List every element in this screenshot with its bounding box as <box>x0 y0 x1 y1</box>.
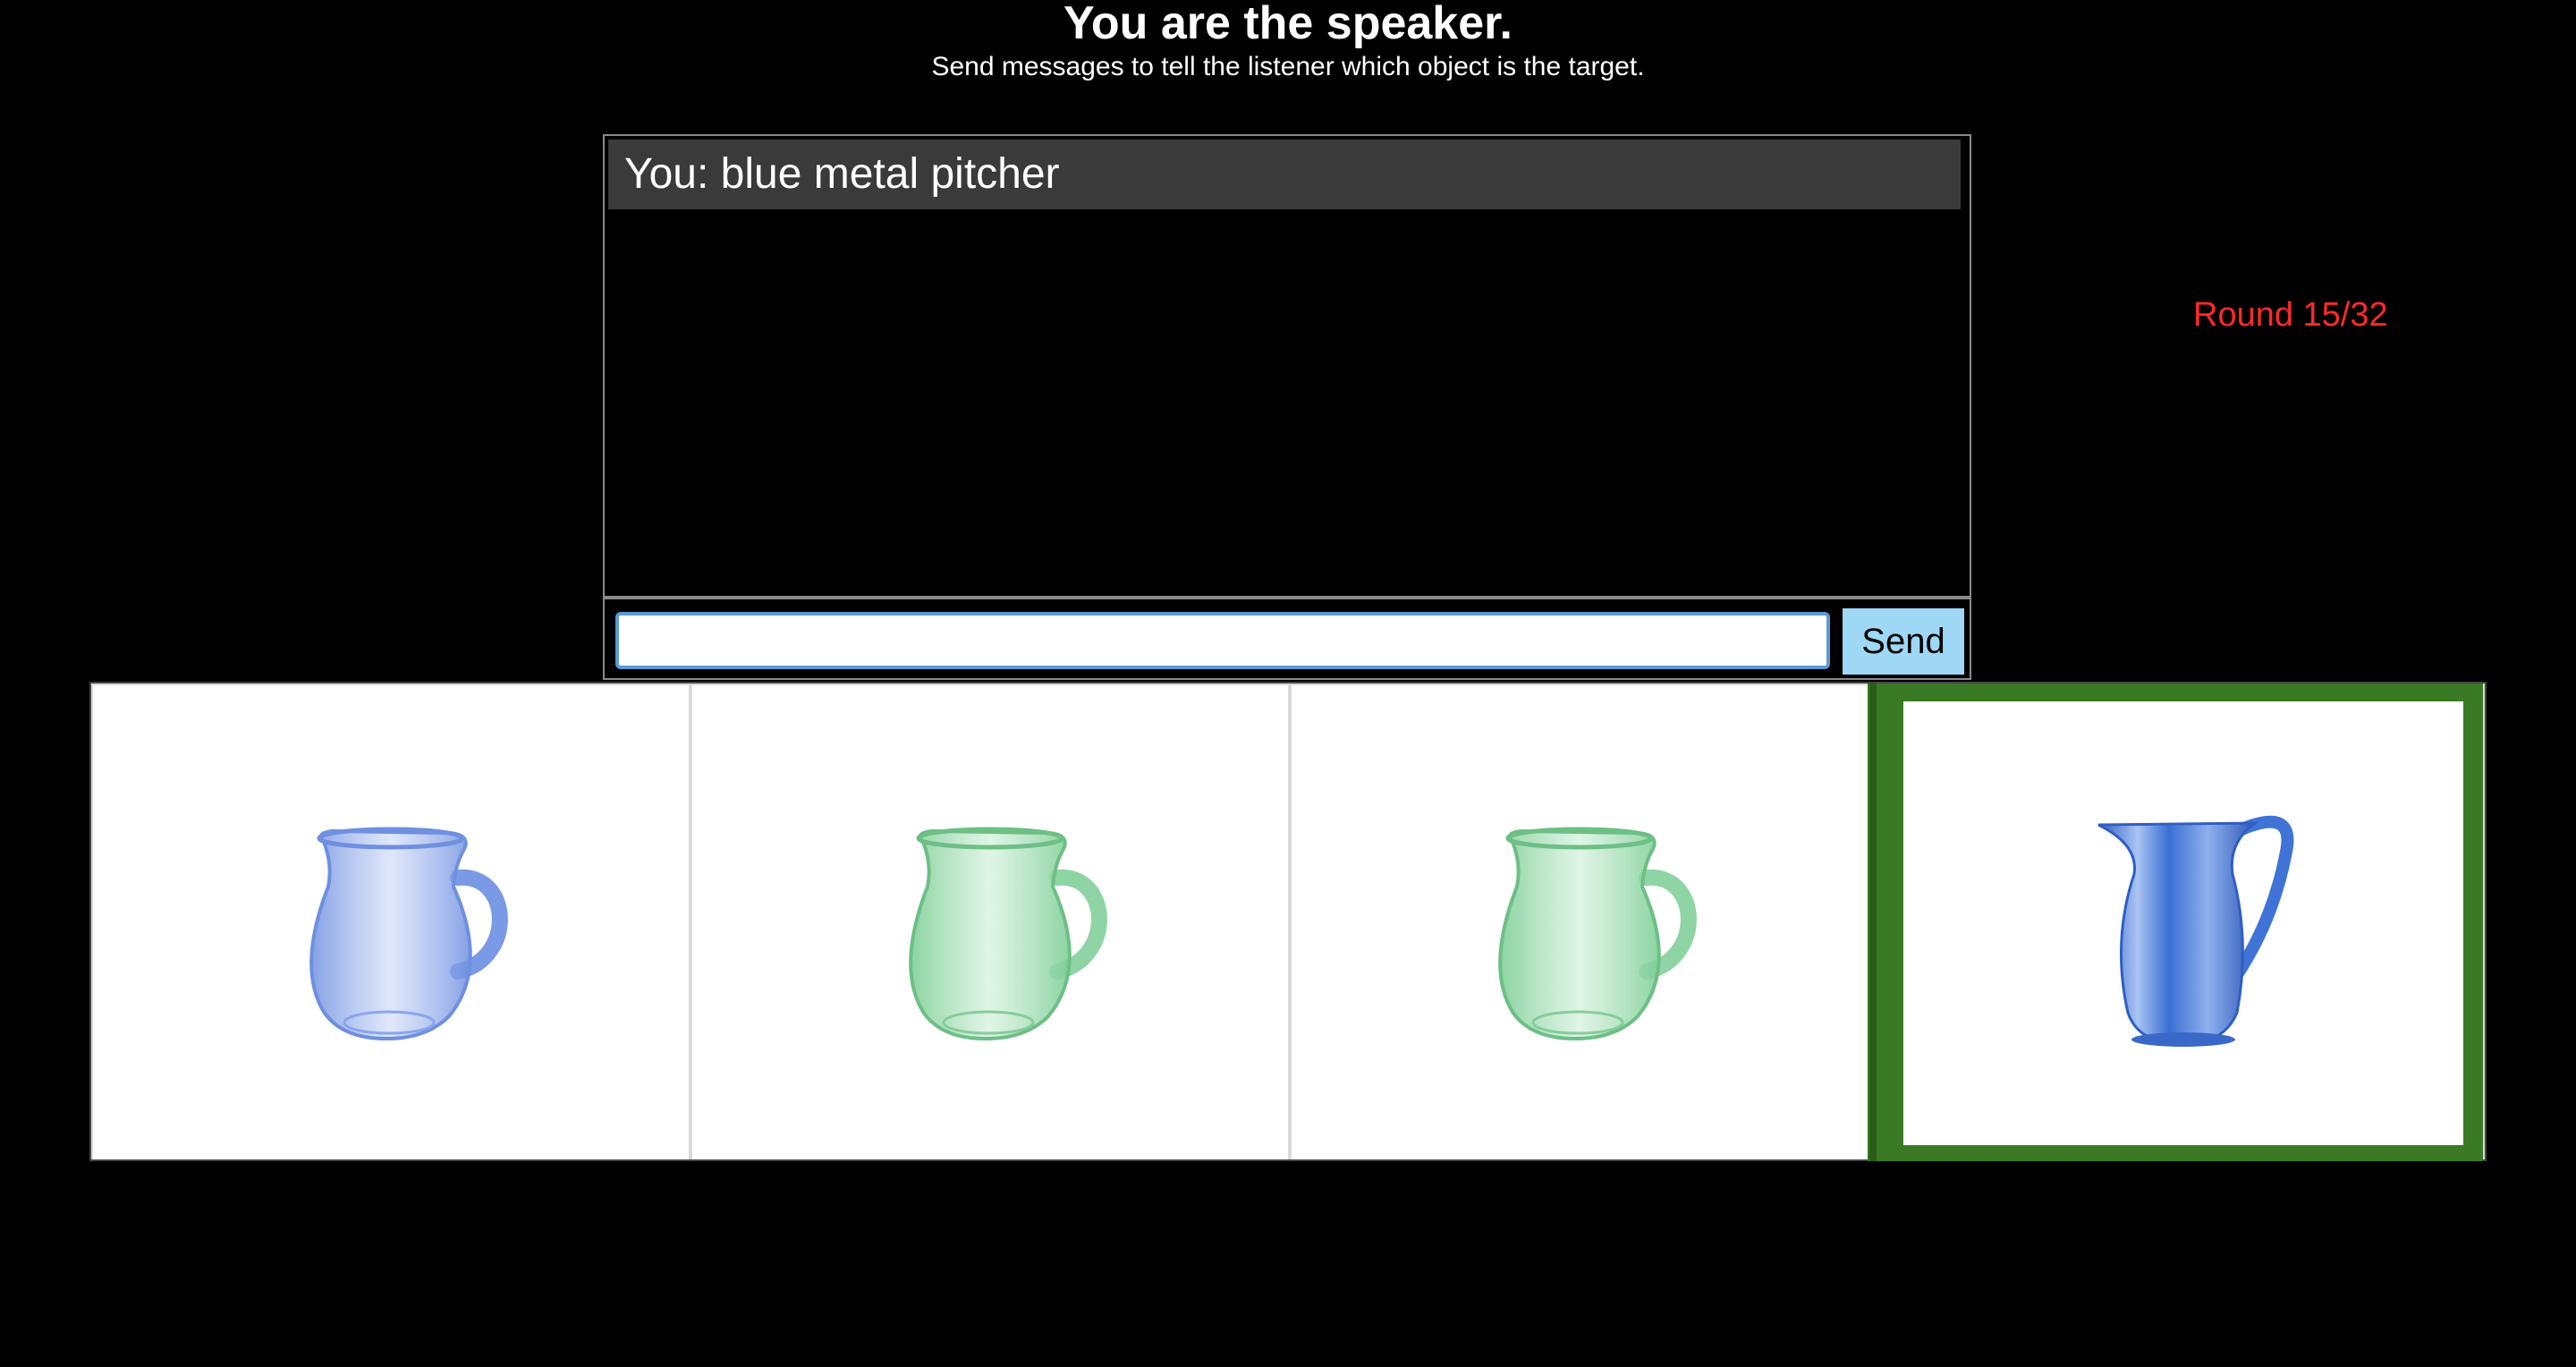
blue-metal-pitcher-icon <box>2097 815 2294 1047</box>
message-composer: Send <box>603 598 1971 680</box>
page-title: You are the speaker. <box>1063 0 1513 49</box>
page-subtitle: Send messages to tell the listener which… <box>931 52 1645 81</box>
chat-message: You: blue metal pitcher <box>608 140 1961 209</box>
green-glass-pitcher-icon <box>1498 827 1697 1041</box>
object-card-2[interactable] <box>692 685 1288 1159</box>
object-grid <box>89 682 2487 1161</box>
green-glass-pitcher-icon <box>909 827 1107 1041</box>
object-card-3[interactable] <box>1292 685 1868 1159</box>
round-counter: Round 15/32 <box>2193 296 2388 334</box>
target-object-card[interactable] <box>1868 684 2483 1161</box>
chat-log: You: blue metal pitcher <box>603 134 1971 598</box>
object-card-1[interactable] <box>93 685 689 1159</box>
page: You are the speaker. Send messages to te… <box>0 0 2576 1367</box>
target-frame-stripe <box>1869 684 1877 1161</box>
message-input[interactable] <box>615 612 1830 669</box>
target-object-image <box>1903 701 2463 1145</box>
send-button[interactable]: Send <box>1843 608 1964 675</box>
blue-glass-pitcher-icon <box>309 827 508 1041</box>
